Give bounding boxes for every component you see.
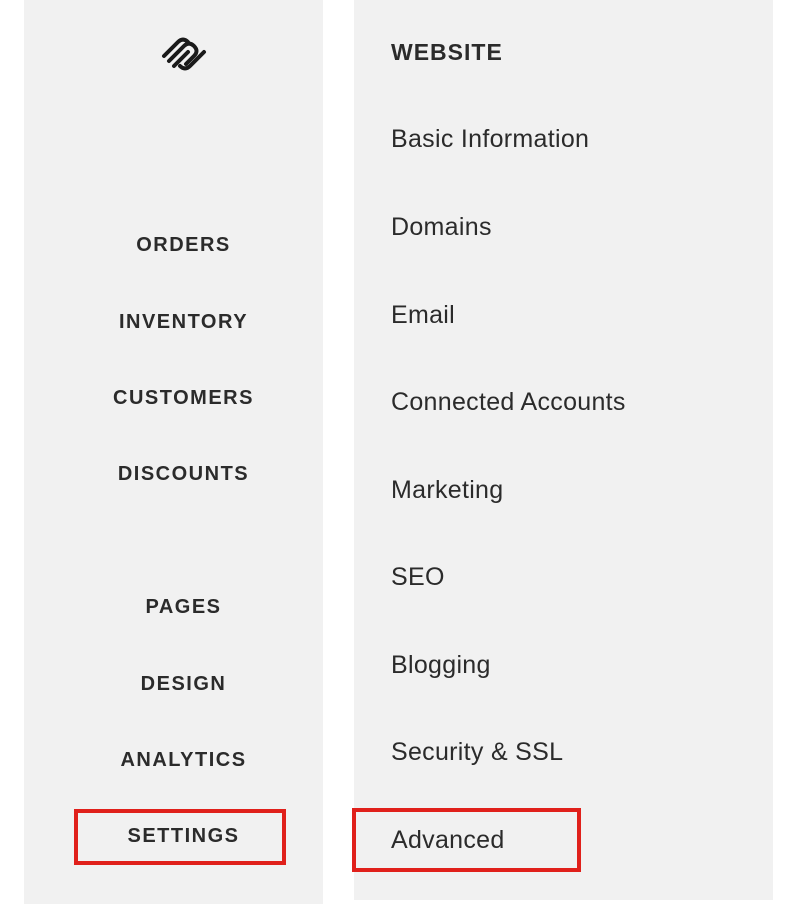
- settings-highlight-box: [74, 809, 286, 865]
- squarespace-logo-icon[interactable]: [158, 34, 210, 74]
- advanced-highlight-box: [352, 808, 581, 872]
- menu-link-security-ssl[interactable]: Security & SSL: [391, 737, 563, 767]
- nav-item-orders[interactable]: ORDERS: [24, 233, 343, 257]
- section-heading-website: WEBSITE: [391, 39, 503, 65]
- menu-link-marketing[interactable]: Marketing: [391, 475, 503, 505]
- nav-item-analytics[interactable]: ANALYTICS: [24, 748, 343, 772]
- menu-link-email[interactable]: Email: [391, 300, 455, 330]
- nav-item-discounts[interactable]: DISCOUNTS: [24, 462, 343, 486]
- menu-link-basic-information[interactable]: Basic Information: [391, 124, 589, 154]
- menu-link-domains[interactable]: Domains: [391, 212, 492, 242]
- nav-item-inventory[interactable]: INVENTORY: [24, 310, 343, 334]
- menu-link-seo[interactable]: SEO: [391, 562, 445, 592]
- nav-item-design[interactable]: DESIGN: [24, 672, 343, 696]
- menu-link-connected-accounts[interactable]: Connected Accounts: [391, 387, 626, 417]
- menu-link-blogging[interactable]: Blogging: [391, 650, 491, 680]
- nav-item-customers[interactable]: CUSTOMERS: [24, 386, 343, 410]
- nav-item-pages[interactable]: PAGES: [24, 595, 343, 619]
- app-canvas: ORDERS INVENTORY CUSTOMERS DISCOUNTS PAG…: [0, 0, 798, 904]
